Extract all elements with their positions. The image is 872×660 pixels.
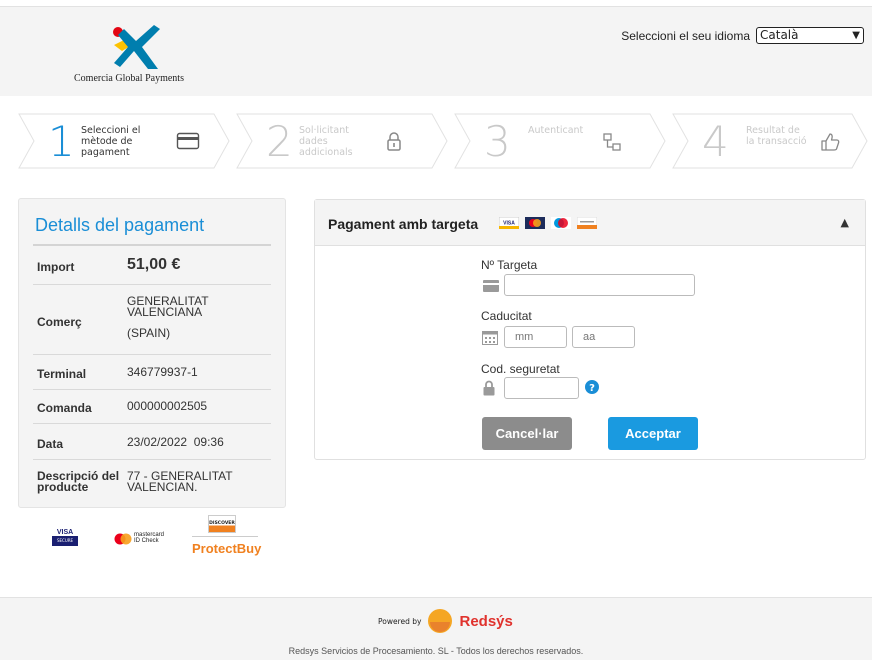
progress-steps: 1 Seleccioni el mètode de pagament 2 Sol… (18, 113, 868, 169)
cvv-input[interactable] (504, 377, 579, 399)
date-label: Data (37, 437, 64, 451)
redsys-logo-icon (428, 609, 453, 633)
step-number: 1 (48, 117, 75, 166)
language-dropdown[interactable]: Català ▼ (756, 27, 864, 44)
language-selector: Seleccioni el seu idioma Català ▼ (621, 27, 864, 44)
mastercard-icon (525, 217, 545, 229)
star-logo-icon (113, 25, 160, 69)
card-icon (176, 132, 200, 150)
expiry-month-input[interactable]: mm (504, 326, 567, 348)
powered-by-label: Powered by (378, 616, 422, 626)
lock-icon (387, 132, 401, 151)
maestro-icon (551, 217, 571, 229)
card-payment-title: Pagament amb targeta (328, 216, 479, 232)
expiry-year-input[interactable]: aa (572, 326, 635, 348)
card-icon (483, 280, 499, 292)
date-value: 23/02/2022 09:36 (127, 435, 224, 449)
svg-text:VISA: VISA (503, 221, 515, 227)
details-row-merchant: Comerç GENERALITAT VALENCIANA (SPAIN) (33, 285, 271, 355)
step-1: 1 Seleccioni el mètode de pagament (18, 113, 230, 169)
step-label: Sol·licitant dades addicionals (299, 125, 353, 158)
description-value: 77 - GENERALITAT VALENCIAN. (127, 469, 233, 494)
merchant-value: GENERALITAT VALENCIANA (SPAIN) (127, 294, 209, 340)
step-number: 3 (484, 117, 511, 166)
chevron-down-icon: ▼ (852, 30, 860, 41)
network-icon (603, 133, 621, 151)
details-title: Detalls del pagament (35, 215, 205, 235)
accepted-cards: VISA (499, 217, 597, 229)
powered-by-redsys: Powered by Redsýs (378, 608, 513, 634)
step-label: Resultat de la transacció (746, 125, 807, 147)
logo-text: Comercia Global Payments (74, 73, 184, 84)
svg-text:?: ? (589, 383, 595, 394)
details-row-import: Import 51,00 € (33, 246, 271, 285)
help-icon[interactable]: ? (585, 380, 599, 394)
card-payment-panel: Pagament amb targeta VISA ▲ Nº Targeta C… (314, 199, 866, 460)
details-row-terminal: Terminal 346779937-1 (33, 355, 271, 390)
step-3: 3 Autenticant (454, 113, 666, 169)
details-row-order: Comanda 000000002505 (33, 390, 271, 424)
discover-icon (577, 217, 597, 229)
expiry-label: Caducitat (481, 309, 532, 323)
cvv-label: Cod. seguretat (481, 362, 560, 376)
card-number-label: Nº Targeta (481, 258, 538, 272)
step-number: 2 (266, 117, 293, 166)
order-value: 000000002505 (127, 399, 208, 413)
merchant-label: Comerç (37, 315, 82, 329)
discover-protectbuy-logo: DISCOVER ProtectBuy (190, 515, 262, 563)
card-payment-header[interactable]: Pagament amb targeta VISA ▲ (315, 200, 865, 246)
terminal-value: 346779937-1 (127, 365, 198, 379)
card-number-input[interactable] (504, 274, 695, 296)
visa-icon: VISA (499, 217, 519, 229)
visa-secure-logo: VISA SECURE (52, 529, 78, 551)
redsys-brand: Redsýs (459, 612, 513, 630)
step-2: 2 Sol·licitant dades addicionals (236, 113, 448, 169)
step-4: 4 Resultat de la transacció (672, 113, 868, 169)
chevron-up-icon[interactable]: ▲ (841, 216, 849, 229)
accept-button[interactable]: Acceptar (608, 417, 698, 450)
caixabank-logo: Comercia Global Payments (74, 23, 204, 91)
details-row-date: Data 23/02/2022 09:36 (33, 424, 271, 460)
cancel-button[interactable]: Cancel·lar (482, 417, 572, 450)
secure-brands: VISA SECURE mastercard ID Check DISCOVER… (18, 515, 286, 565)
terminal-label: Terminal (37, 367, 87, 381)
copyright: Redsys Servicios de Procesamiento. SL - … (288, 646, 584, 656)
description-label: Descripció del producte (37, 469, 120, 494)
payment-details-card: Detalls del pagament Import 51,00 € Come… (18, 198, 286, 508)
language-selected: Català (760, 28, 799, 42)
step-number: 4 (702, 117, 729, 166)
step-label: Seleccioni el mètode de pagament (81, 125, 141, 158)
import-value: 51,00 € (127, 256, 181, 273)
details-row-description: Descripció del producte 77 - GENERALITAT… (33, 460, 271, 500)
language-label: Seleccioni el seu idioma (621, 28, 750, 43)
thumbs-up-icon (821, 133, 840, 151)
order-label: Comanda (37, 401, 92, 415)
mastercard-id-check-logo: mastercard ID Check (114, 532, 174, 548)
header: Comercia Global Payments Seleccioni el s… (0, 6, 872, 96)
import-label: Import (37, 260, 75, 274)
step-label: Autenticant (528, 125, 584, 136)
calendar-icon (482, 331, 498, 345)
lock-icon (483, 380, 495, 396)
footer: Powered by Redsýs Redsys Servicios de Pr… (0, 597, 872, 660)
